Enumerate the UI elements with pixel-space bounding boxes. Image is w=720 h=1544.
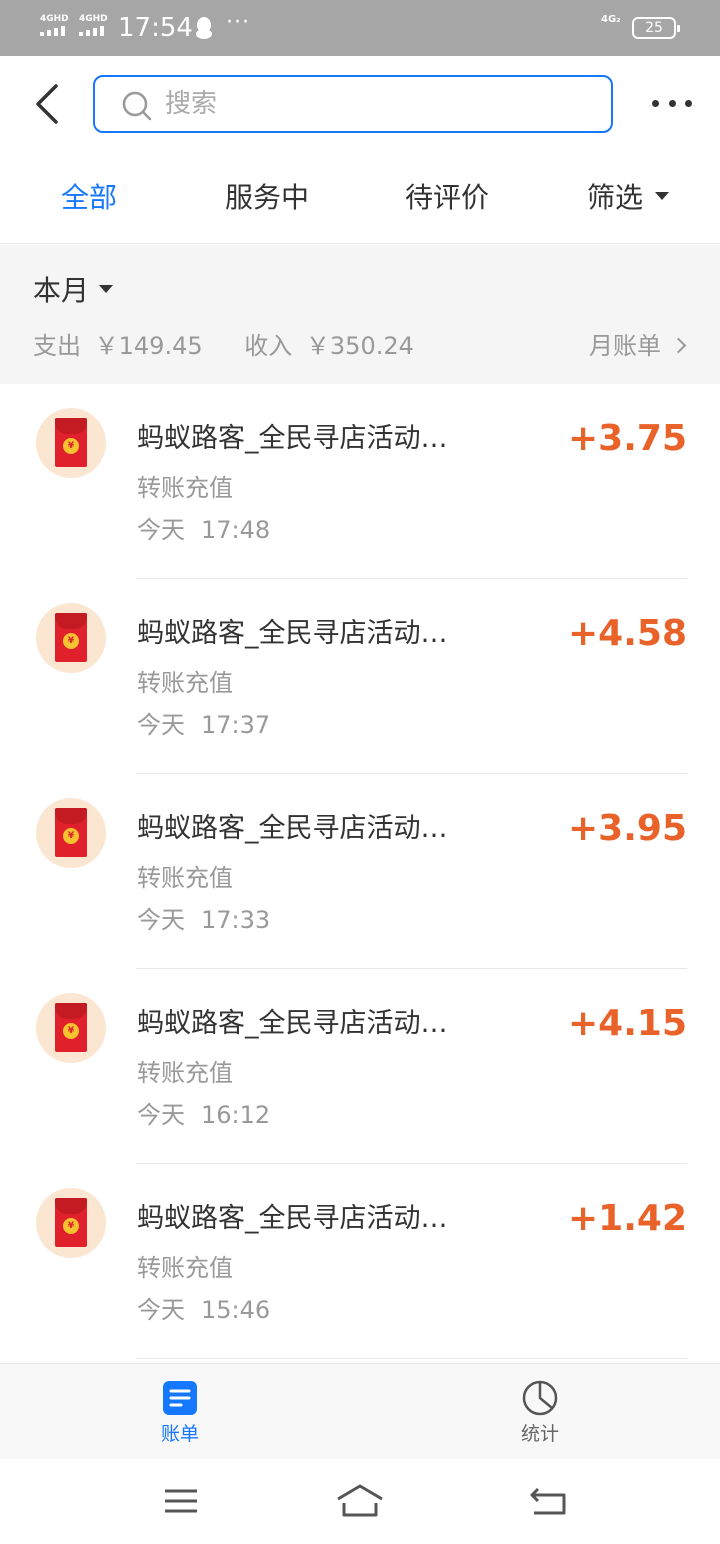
divider [136, 1358, 687, 1359]
signal-label-2: 4GHD [79, 14, 108, 24]
red-envelope-icon: ¥ [36, 603, 106, 673]
transaction-list: ¥ 蚂蚁路客_全民寻店活动… 转账充值 今天 17:48 +3.75 ¥ 蚂蚁路客… [0, 384, 720, 1359]
expense-label: 支出 [33, 332, 81, 360]
menu-button[interactable] [155, 1481, 207, 1521]
signal-bars-2-icon [79, 26, 104, 36]
network-label: 4G₂ [601, 14, 621, 25]
monthly-bill-link[interactable]: 月账单 [589, 329, 687, 363]
filter-tabs: 全部 服务中 待评价 筛选 [0, 152, 720, 244]
system-back-button[interactable] [522, 1481, 574, 1521]
transaction-row[interactable]: ¥ 蚂蚁路客_全民寻店活动… 转账充值 今天 16:12 +4.15 [0, 969, 720, 1164]
bottom-tab-bar: 账单 统计 [0, 1363, 720, 1459]
search-input[interactable] [165, 85, 585, 123]
status-bar: 4GHD 4GHD 17:54 ··· 4G₂ 25 [0, 0, 720, 56]
transaction-title: 蚂蚁路客_全民寻店活动… [137, 618, 448, 649]
income-amount: ￥350.24 [305, 332, 414, 360]
system-nav-bar [0, 1459, 720, 1544]
transaction-time: 今天 17:37 [137, 711, 271, 739]
tab-all[interactable]: 全部 [61, 178, 117, 218]
back-arrow-icon [36, 84, 58, 124]
transaction-row[interactable]: ¥ 蚂蚁路客_全民寻店活动… 转账充值 今天 15:46 +1.42 [0, 1164, 720, 1359]
red-envelope-icon: ¥ [36, 798, 106, 868]
tab-to-review[interactable]: 待评价 [405, 178, 489, 218]
signal-label-1: 4GHD [40, 14, 69, 24]
tab-filter[interactable]: 筛选 [587, 178, 670, 218]
transaction-type: 转账充值 [137, 1059, 233, 1087]
transaction-amount: +4.58 [568, 613, 687, 654]
expense-amount: ￥149.45 [94, 332, 203, 360]
red-envelope-icon: ¥ [36, 1188, 106, 1258]
battery-icon: 25 [632, 17, 680, 39]
month-selector[interactable]: 本月 [33, 271, 114, 311]
header [0, 56, 720, 152]
transaction-row[interactable]: ¥ 蚂蚁路客_全民寻店活动… 转账充值 今天 17:48 +3.75 [0, 384, 720, 579]
bill-icon [163, 1381, 197, 1415]
transaction-amount: +4.15 [568, 1003, 687, 1044]
transaction-time: 今天 15:46 [137, 1296, 271, 1324]
transaction-time: 今天 16:12 [137, 1101, 271, 1129]
expense-income-summary: 支出 ￥149.45 收入 ￥350.24 [33, 329, 420, 363]
tab-in-service[interactable]: 服务中 [225, 178, 309, 218]
transaction-title: 蚂蚁路客_全民寻店活动… [137, 1008, 448, 1039]
home-icon [337, 1484, 383, 1517]
red-envelope-icon: ¥ [36, 993, 106, 1063]
transaction-time: 今天 17:33 [137, 906, 271, 934]
month-summary: 本月 支出 ￥149.45 收入 ￥350.24 月账单 [0, 245, 720, 384]
transaction-title: 蚂蚁路客_全民寻店活动… [137, 1203, 448, 1234]
transaction-time: 今天 17:48 [137, 516, 271, 544]
qq-penguin-icon [194, 16, 214, 44]
caret-down-icon [99, 285, 114, 293]
tab-bill[interactable]: 账单 [120, 1364, 240, 1460]
status-more-indicator: ··· [226, 10, 250, 35]
transaction-row[interactable]: ¥ 蚂蚁路客_全民寻店活动… 转账充值 今天 17:33 +3.95 [0, 774, 720, 969]
signal-bars-1-icon [40, 26, 65, 36]
pie-chart-icon [522, 1380, 558, 1416]
return-icon [530, 1487, 566, 1515]
transaction-type: 转账充值 [137, 474, 233, 502]
transaction-type: 转账充值 [137, 669, 233, 697]
transaction-type: 转账充值 [137, 864, 233, 892]
menu-icon [165, 1489, 197, 1513]
caret-down-icon [655, 192, 670, 200]
transaction-amount: +1.42 [568, 1198, 687, 1239]
tab-bill-label: 账单 [160, 1423, 199, 1445]
status-time: 17:54 [118, 13, 193, 43]
transaction-amount: +3.95 [568, 808, 687, 849]
tab-statistics-label: 统计 [520, 1423, 559, 1445]
chevron-right-icon [670, 337, 687, 354]
transaction-row[interactable]: ¥ 蚂蚁路客_全民寻店活动… 转账充值 今天 17:37 +4.58 [0, 579, 720, 774]
home-button[interactable] [334, 1481, 386, 1521]
more-dots-icon [652, 99, 659, 107]
search-icon [122, 91, 152, 121]
back-button[interactable] [28, 82, 68, 126]
transaction-title: 蚂蚁路客_全民寻店活动… [137, 813, 448, 844]
income-label: 收入 [244, 332, 293, 360]
search-bar[interactable] [93, 75, 613, 133]
red-envelope-icon: ¥ [36, 408, 106, 478]
tab-statistics[interactable]: 统计 [480, 1364, 600, 1460]
more-button[interactable] [652, 90, 692, 116]
transaction-type: 转账充值 [137, 1254, 233, 1282]
transaction-amount: +3.75 [568, 418, 687, 459]
transaction-title: 蚂蚁路客_全民寻店活动… [137, 423, 448, 454]
